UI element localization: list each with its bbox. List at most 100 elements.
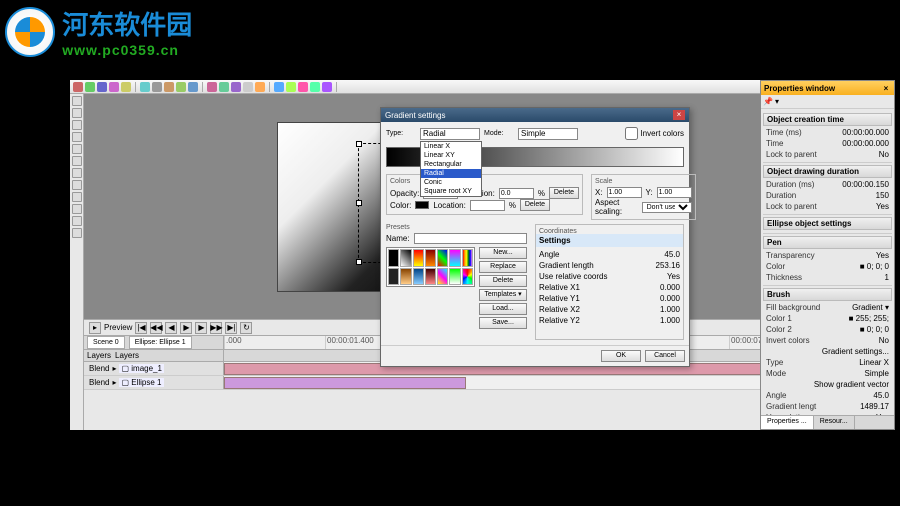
coord-row[interactable]: Relative Y10.000 xyxy=(539,293,680,304)
tool-8[interactable] xyxy=(72,192,82,202)
prop-section-header[interactable]: Pen xyxy=(763,236,892,249)
prop-row[interactable]: TypeLinear X xyxy=(763,357,892,368)
cancel-button[interactable]: Cancel xyxy=(645,350,685,362)
step-fwd-icon[interactable]: ▶ xyxy=(195,322,207,334)
collapse-icon[interactable]: ▾ xyxy=(775,97,779,106)
rewind-start-icon[interactable]: |◀ xyxy=(135,322,147,334)
coord-row[interactable]: Relative Y21.000 xyxy=(539,315,680,326)
prop-row[interactable]: TransparencyYes xyxy=(763,250,892,261)
toolbar-button-5[interactable] xyxy=(140,82,150,92)
tool-10[interactable] xyxy=(72,216,82,226)
preset-swatch[interactable] xyxy=(462,268,473,286)
tab-resources[interactable]: Resour... xyxy=(814,416,855,429)
mode-select[interactable]: Simple xyxy=(518,128,578,140)
toolbar-button-10[interactable] xyxy=(207,82,217,92)
preset-swatch[interactable] xyxy=(437,268,448,286)
prop-row[interactable]: Color 1■ 255; 255; xyxy=(763,313,892,324)
loop-icon[interactable]: ↻ xyxy=(240,322,252,334)
color-swatch[interactable] xyxy=(415,201,429,209)
preset-swatch[interactable] xyxy=(400,249,411,267)
dropdown-item[interactable]: Linear XY xyxy=(421,151,481,160)
coord-row[interactable]: Relative X10.000 xyxy=(539,282,680,293)
prop-row[interactable]: Time00:00:00.000 xyxy=(763,138,892,149)
toolbar-button-14[interactable] xyxy=(255,82,265,92)
coord-row[interactable]: Angle45.0 xyxy=(539,249,680,260)
coord-row[interactable]: Use relative coordsYes xyxy=(539,271,680,282)
tool-9[interactable] xyxy=(72,204,82,214)
dropdown-item[interactable]: Square root XY xyxy=(421,187,481,196)
toolbar-button-1[interactable] xyxy=(85,82,95,92)
delete-stop-button[interactable]: Delete xyxy=(549,187,579,199)
preset-button[interactable]: Load... xyxy=(479,303,527,315)
toolbar-button-11[interactable] xyxy=(219,82,229,92)
toolbar-button-6[interactable] xyxy=(152,82,162,92)
preset-swatch[interactable] xyxy=(413,249,424,267)
prop-row[interactable]: Duration150 xyxy=(763,190,892,201)
rewind-icon[interactable]: ◀◀ xyxy=(150,322,162,334)
tool-3[interactable] xyxy=(72,132,82,142)
preset-swatch[interactable] xyxy=(425,268,436,286)
handle-mid-left[interactable] xyxy=(356,200,362,206)
prop-section-header[interactable]: Ellipse object settings xyxy=(763,217,892,230)
delete-stop-button2[interactable]: Delete xyxy=(520,199,550,211)
prop-row[interactable]: Color■ 0; 0; 0 xyxy=(763,261,892,272)
tool-4[interactable] xyxy=(72,144,82,154)
preset-button[interactable]: Templates ▾ xyxy=(479,289,527,301)
toolbar-button-13[interactable] xyxy=(243,82,253,92)
prop-row[interactable]: Show gradient vector xyxy=(763,379,892,390)
aspect-select[interactable]: Don't use xyxy=(642,202,692,213)
tool-7[interactable] xyxy=(72,180,82,190)
tool-2[interactable] xyxy=(72,120,82,130)
prop-row[interactable]: Gradient settings... xyxy=(763,346,892,357)
preset-swatch[interactable] xyxy=(437,249,448,267)
play-icon[interactable]: ▶ xyxy=(180,322,192,334)
scale-y-input[interactable] xyxy=(657,187,692,198)
timeline-row[interactable]: Blend▸▢ Ellipse 1 xyxy=(84,376,830,390)
prop-section-header[interactable]: Brush xyxy=(763,288,892,301)
preset-swatch[interactable] xyxy=(400,268,411,286)
coord-row[interactable]: Relative X21.000 xyxy=(539,304,680,315)
preset-button[interactable]: Delete xyxy=(479,275,527,287)
prop-row[interactable]: Lock to parentYes xyxy=(763,201,892,212)
end-icon[interactable]: ▶| xyxy=(225,322,237,334)
toolbar-button-12[interactable] xyxy=(231,82,241,92)
handle-top-left[interactable] xyxy=(356,141,362,147)
scale-x-input[interactable] xyxy=(607,187,642,198)
preset-button[interactable]: Replace xyxy=(479,261,527,273)
coord-row[interactable]: Gradient length253.16 xyxy=(539,260,680,271)
preset-swatch[interactable] xyxy=(388,249,399,267)
location-input[interactable] xyxy=(499,188,534,199)
toolbar-button-8[interactable] xyxy=(176,82,186,92)
toolbar-button-19[interactable] xyxy=(322,82,332,92)
dialog-close-icon[interactable]: × xyxy=(673,110,685,120)
toolbar-button-15[interactable] xyxy=(274,82,284,92)
prop-row[interactable]: Gradient lengt1489.17 xyxy=(763,401,892,412)
tab-properties[interactable]: Properties ... xyxy=(761,416,814,429)
toolbar-button-18[interactable] xyxy=(310,82,320,92)
close-icon[interactable]: × xyxy=(881,84,891,93)
toolbar-button-7[interactable] xyxy=(164,82,174,92)
toolbar-button-0[interactable] xyxy=(73,82,83,92)
toolbar-button-4[interactable] xyxy=(121,82,131,92)
preset-name-input[interactable] xyxy=(414,233,527,244)
prop-row[interactable]: Fill backgroundGradient ▾ xyxy=(763,302,892,313)
timeline-clip[interactable] xyxy=(224,377,466,389)
tool-11[interactable] xyxy=(72,228,82,238)
prop-row[interactable]: ModeSimple xyxy=(763,368,892,379)
dropdown-item[interactable]: Linear X xyxy=(421,142,481,151)
pin-icon[interactable]: 📌 xyxy=(763,97,773,106)
toolbar-button-9[interactable] xyxy=(188,82,198,92)
object-tab[interactable]: Ellipse: Ellipse 1 xyxy=(129,336,192,349)
location-input2[interactable] xyxy=(470,200,505,211)
prop-row[interactable]: Lock to parentNo xyxy=(763,149,892,160)
invert-checkbox[interactable]: Invert colors xyxy=(625,127,684,140)
toolbar-button-3[interactable] xyxy=(109,82,119,92)
prop-row[interactable]: Angle45.0 xyxy=(763,390,892,401)
preset-swatch[interactable] xyxy=(388,268,399,286)
collapse-icon[interactable]: ▸ xyxy=(89,322,101,334)
dialog-titlebar[interactable]: Gradient settings × xyxy=(381,108,689,122)
prop-row[interactable]: Duration (ms)00:00:00.150 xyxy=(763,179,892,190)
dropdown-item[interactable]: Radial xyxy=(421,169,481,178)
preset-button[interactable]: New... xyxy=(479,247,527,259)
ok-button[interactable]: OK xyxy=(601,350,641,362)
